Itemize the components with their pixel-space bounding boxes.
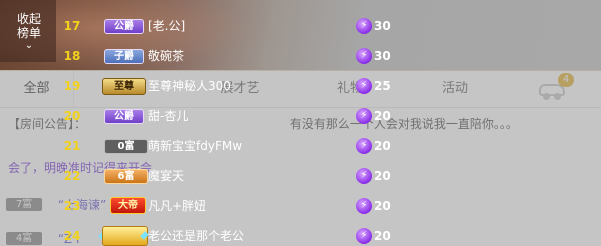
score-value: 20	[374, 169, 391, 183]
score-value: 25	[374, 79, 391, 93]
rank-number: 20	[63, 109, 81, 123]
lightning-icon: ⚡	[356, 138, 372, 154]
user-name[interactable]: 凡凡+胖妞	[148, 194, 206, 218]
score-value: 20	[374, 229, 391, 243]
ranking-row[interactable]: 22 6富 魔宴天 ⚡ 20	[0, 164, 601, 188]
user-name[interactable]: 至尊神秘人300	[148, 74, 231, 98]
score-value: 20	[374, 139, 391, 153]
ranking-row[interactable]: 18 子爵 敬碗茶 ⚡ 30	[0, 44, 601, 68]
lightning-icon: ⚡	[356, 78, 372, 94]
noble-title-badge: 至尊	[102, 78, 146, 95]
score-value: 20	[374, 109, 391, 123]
score-value: 30	[374, 49, 391, 63]
ranking-row[interactable]: 17 公爵 [老.公] ⚡ 30	[0, 14, 601, 38]
lightning-icon: ⚡	[356, 108, 372, 124]
user-name[interactable]: 魔宴天	[148, 164, 184, 188]
ranking-row[interactable]: 23 大帝 凡凡+胖妞 ⚡ 20	[0, 194, 601, 218]
ranking-row[interactable]: 19 至尊 至尊神秘人300 ⚡ 25	[0, 74, 601, 98]
noble-title-badge: 大帝	[110, 197, 146, 214]
noble-title-badge: 公爵	[104, 109, 144, 124]
score-value: 30	[374, 19, 391, 33]
wealth-level-badge: 0富	[104, 139, 148, 154]
rank-number: 19	[63, 79, 81, 93]
rank-number: 18	[63, 49, 81, 63]
ranking-row[interactable]: 24 老公还是那个老公 ⚡ 20	[0, 224, 601, 246]
lightning-icon: ⚡	[356, 228, 372, 244]
score-value: 20	[374, 199, 391, 213]
user-name[interactable]: [老.公]	[148, 14, 185, 38]
user-name[interactable]: 甜-杏儿	[148, 104, 188, 128]
ranking-overlay: 收起榜单 ⌄ 17 公爵 [老.公] ⚡ 30 18 子爵 敬碗茶 ⚡ 30 1…	[0, 0, 601, 246]
user-name[interactable]: 老公还是那个老公	[148, 224, 244, 246]
noble-title-badge: 公爵	[104, 19, 144, 34]
user-name[interactable]: 萌新宝宝fdyFMw	[148, 134, 242, 158]
rank-number: 17	[63, 19, 81, 33]
ranking-row[interactable]: 21 0富 萌新宝宝fdyFMw ⚡ 20	[0, 134, 601, 158]
lightning-icon: ⚡	[356, 48, 372, 64]
rank-number: 22	[63, 169, 81, 183]
lightning-icon: ⚡	[356, 198, 372, 214]
rank-number: 24	[63, 229, 81, 243]
lightning-icon: ⚡	[356, 18, 372, 34]
user-name[interactable]: 敬碗茶	[148, 44, 184, 68]
ranking-row[interactable]: 20 公爵 甜-杏儿 ⚡ 20	[0, 104, 601, 128]
lightning-icon: ⚡	[356, 168, 372, 184]
wealth-level-badge: 6富	[104, 169, 148, 184]
rank-number: 23	[63, 199, 81, 213]
noble-title-badge: 子爵	[104, 49, 144, 64]
rank-number: 21	[63, 139, 81, 153]
